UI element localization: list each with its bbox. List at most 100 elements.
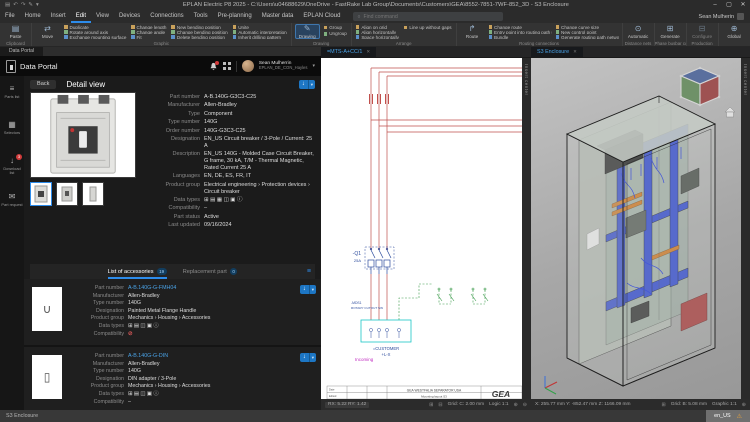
ribbon-tab[interactable]: Tools [189, 10, 213, 23]
insert-center-strip[interactable]: Insert center [741, 58, 750, 399]
insert-center-tab[interactable]: Insert center [524, 64, 529, 399]
accessory-part-link[interactable]: A-B.140G-G-FMH04 [128, 285, 297, 292]
schematic-page-tab[interactable]: =MTS-A+CC/1 ✕ [321, 47, 376, 57]
ribbon-command[interactable]: Align horizontally [355, 30, 400, 34]
sidebar-item[interactable]: ▦ Selectors [0, 116, 24, 152]
generate-button[interactable]: ⊞ Generate [658, 24, 683, 39]
user-avatar[interactable] [242, 60, 254, 72]
quick-access-icon[interactable]: ↷ [21, 2, 26, 8]
accessory-download-button[interactable]: ↓ ▾ [300, 353, 316, 362]
ribbon-tab[interactable]: Pre-planning [213, 10, 257, 23]
ribbon-tab[interactable]: Devices [114, 10, 145, 23]
warning-icon[interactable]: ⚠ [737, 413, 742, 420]
ribbon-tab[interactable]: Edit [71, 10, 91, 23]
ribbon-command[interactable]: Unite [232, 25, 288, 29]
download-icon[interactable]: ↓ [300, 353, 309, 362]
snap-icon[interactable]: ⊟ [438, 402, 442, 408]
ribbon-tab[interactable]: Insert [46, 10, 71, 23]
enclosure-page-tab[interactable]: S3 Enclosure ✕ [531, 47, 583, 57]
back-button[interactable]: Back [30, 80, 56, 89]
schematic-canvas[interactable]: -Q1 25A -MDS1 ROTARY CUTOUT SW [321, 58, 522, 399]
sidebar-item[interactable]: ↓ 3 Download list [0, 152, 24, 188]
chevron-down-icon[interactable]: ▾ [309, 353, 316, 362]
quick-access-icon[interactable]: ↶ [13, 2, 18, 8]
product-image[interactable] [30, 92, 136, 178]
ribbon-tab[interactable]: View [91, 10, 114, 23]
chevron-down-icon[interactable]: ▾ [312, 63, 315, 69]
ribbon-command[interactable]: Entry point into routing path network [488, 30, 552, 34]
sidebar-item[interactable]: ≡ Parts list [0, 80, 24, 116]
configure-button[interactable]: ⊟ Configure [690, 24, 715, 39]
download-icon[interactable]: ↓ [300, 285, 309, 294]
ribbon-tab[interactable]: Home [20, 10, 46, 23]
ribbon-command[interactable]: Inherit drilling pattern [232, 35, 288, 39]
chevron-down-icon[interactable]: ▾ [309, 285, 316, 294]
ribbon-command[interactable]: Change length [130, 25, 167, 29]
data-portal-tab[interactable]: Data Portal [0, 47, 43, 56]
ribbon-command[interactable]: Align on grid [355, 25, 400, 29]
automatic-button[interactable]: ⊙ Automatic [626, 24, 651, 39]
ribbon-command[interactable]: Fit [130, 35, 167, 39]
grid-icon[interactable]: ⊞ [662, 402, 666, 408]
ribbon-command[interactable]: Delete bending position [170, 35, 228, 39]
tab-replacement-part[interactable]: Replacement part 0 [183, 264, 238, 279]
insert-center-tab[interactable]: Insert center [743, 64, 748, 399]
ribbon-tab[interactable]: EPLAN Cloud [298, 10, 345, 23]
viewport-3d[interactable] [531, 58, 741, 399]
zoom-out-icon[interactable]: ⊖ [523, 402, 527, 408]
ribbon-command[interactable]: Automatic interpretation [232, 30, 288, 34]
close-icon[interactable]: ✕ [366, 49, 370, 55]
drawing-button[interactable]: ✎ Drawing [295, 24, 320, 39]
ribbon-command[interactable]: Space horizontally [355, 35, 400, 39]
ribbon-command[interactable]: Duplicate [63, 25, 127, 29]
close-icon[interactable]: ✕ [573, 49, 577, 55]
global-button[interactable]: ⊕ Global [722, 24, 747, 39]
signed-in-user[interactable]: Sean Mulherin [699, 13, 750, 20]
route-button[interactable]: ↱ Route [460, 24, 485, 39]
ribbon-command[interactable]: Group [323, 25, 348, 30]
detail-download-button[interactable]: ↓ ▾ [299, 80, 315, 89]
ribbon-command[interactable]: Change bending position [170, 30, 228, 34]
minimize-button[interactable]: – [708, 0, 722, 10]
ribbon-command[interactable]: Change angle [130, 30, 167, 34]
ribbon-command[interactable]: Rotate around axis [63, 30, 127, 34]
ribbon-tab[interactable]: Connections [145, 10, 188, 23]
download-icon[interactable]: ↓ [299, 80, 308, 89]
ribbon-tab[interactable]: File [0, 10, 20, 23]
find-command-box[interactable]: ○ [353, 12, 503, 21]
ribbon-command[interactable]: Ungroup [323, 31, 348, 36]
ribbon-command[interactable]: Generate routing path network [555, 35, 619, 39]
paste-button[interactable]: ▤ Paste [3, 24, 28, 39]
ribbon-command[interactable]: Change curve size [555, 25, 619, 29]
apps-grid-icon[interactable] [223, 62, 231, 70]
ribbon-command[interactable]: Bundle [488, 35, 552, 39]
move-button[interactable]: ⇄ Move [35, 24, 60, 39]
ribbon-command[interactable]: Change route [488, 25, 552, 29]
notifications-bell-icon[interactable] [209, 62, 218, 71]
chevron-down-icon[interactable]: ▾ [308, 80, 315, 89]
tab-list-of-accessories[interactable]: List of accessories 19 [108, 264, 167, 279]
insert-center-strip[interactable]: Insert center [522, 58, 531, 399]
maximize-button[interactable]: ▢ [722, 0, 736, 10]
grid-icon[interactable]: ⊞ [429, 402, 433, 408]
ribbon-command[interactable]: Exchange mounting surface [63, 35, 127, 39]
menu-icon[interactable]: ≡ [307, 268, 311, 275]
close-button[interactable]: ✕ [736, 0, 750, 10]
accessory-download-button[interactable]: ↓ ▾ [300, 285, 316, 294]
quick-access-icon[interactable]: ▤ [5, 2, 10, 8]
accessory-card[interactable]: ▯ Part number A-B.140G-G-DIN Manufacture… [24, 347, 321, 410]
zoom-in-icon[interactable]: ⊕ [514, 402, 518, 408]
thumbnail-selected[interactable] [30, 182, 52, 206]
thumbnail[interactable] [82, 182, 104, 206]
quick-access-icon[interactable]: ▾ [36, 2, 39, 8]
accessory-card[interactable]: ∪ Part number A-B.140G-G-FMH04 Manufactu… [24, 279, 321, 347]
navigation-cube[interactable] [680, 67, 721, 107]
ribbon-command[interactable]: Line up without gaps [403, 25, 453, 30]
sidebar-item[interactable]: ✉ Part request [0, 188, 24, 224]
accessory-part-link[interactable]: A-B.140G-G-DIN [128, 353, 297, 360]
locale-indicator[interactable]: en_US [714, 413, 730, 419]
zoom-in-icon[interactable]: ⊕ [742, 402, 746, 408]
find-command-input[interactable] [363, 14, 483, 20]
thumbnail[interactable] [56, 182, 78, 206]
accessory-thumbnail[interactable]: ▯ [32, 355, 62, 399]
